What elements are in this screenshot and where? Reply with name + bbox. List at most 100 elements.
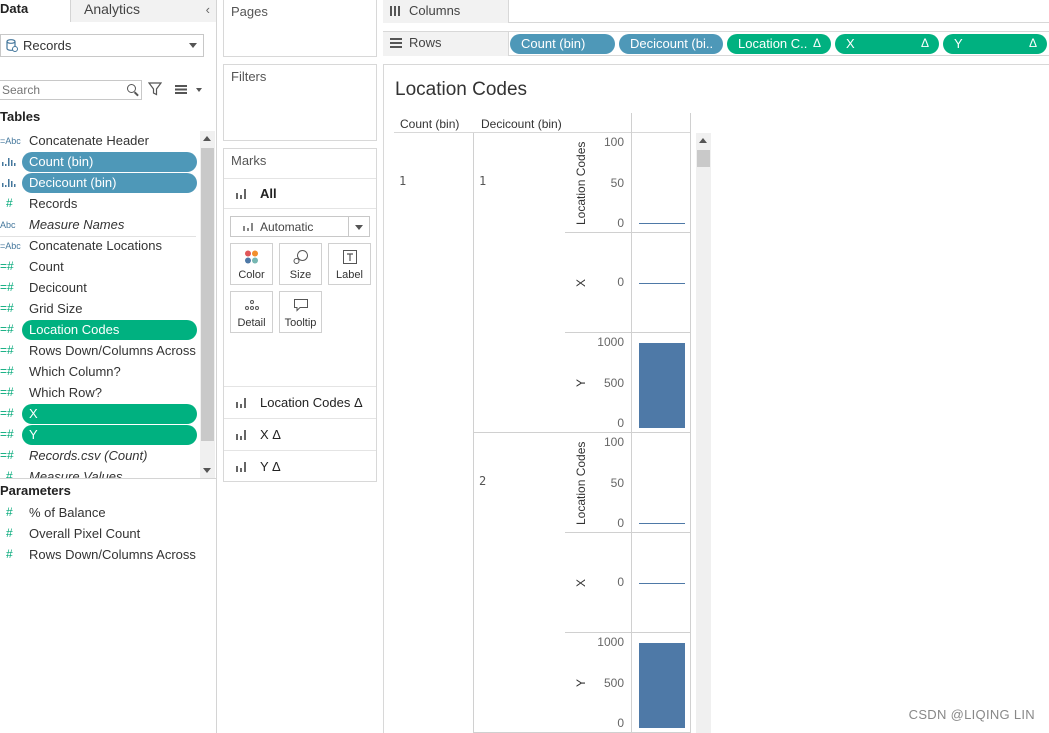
parameters-header: Parameters xyxy=(0,483,71,498)
field-item-records[interactable]: # Records xyxy=(0,194,200,215)
view-dropdown-icon[interactable] xyxy=(196,88,202,92)
axis-title-x[interactable]: X xyxy=(574,579,588,587)
datasource-icon xyxy=(6,39,18,52)
field-item-concatenate-locations[interactable]: =Abc Concatenate Locations xyxy=(0,236,200,257)
scroll-thumb[interactable] xyxy=(201,148,214,441)
field-item-location-codes[interactable]: =# Location Codes xyxy=(0,320,200,341)
row-pill-x[interactable]: XΔ xyxy=(835,34,939,54)
field-type-icon: =# xyxy=(0,322,14,336)
marks-tab-location-codes[interactable]: Location Codes Δ xyxy=(224,386,376,418)
row-pill-count-bin[interactable]: Count (bin) xyxy=(510,34,615,54)
header-divider xyxy=(394,132,691,133)
decicount-value[interactable]: 1 xyxy=(479,174,486,188)
field-item-count-bin[interactable]: Count (bin) xyxy=(0,152,200,173)
field-item-y[interactable]: =# Y xyxy=(0,425,200,446)
field-item-records-csv-count[interactable]: =# Records.csv (Count) xyxy=(0,446,200,467)
tooltip-button[interactable]: Tooltip xyxy=(279,291,322,333)
decicount-value[interactable]: 2 xyxy=(479,474,486,488)
field-name: Records.csv (Count) xyxy=(29,448,148,463)
header-decicount-bin[interactable]: Decicount (bin) xyxy=(481,117,562,131)
axis-tick-label: 500 xyxy=(603,375,624,390)
marks-tab-y[interactable]: Y Δ xyxy=(224,450,376,482)
mark-type-label: Automatic xyxy=(260,220,314,234)
field-name: Count xyxy=(29,259,64,274)
viz-scrollbar[interactable] xyxy=(696,133,711,733)
row-pill-label: Count (bin) xyxy=(521,36,586,51)
parameter-of-balance[interactable]: # % of Balance xyxy=(0,503,200,524)
size-button[interactable]: Size xyxy=(279,243,322,285)
size-label: Size xyxy=(289,269,312,281)
bar-location-codes[interactable] xyxy=(639,523,685,524)
bar-x[interactable] xyxy=(639,283,685,284)
marks-all-tab[interactable]: All xyxy=(224,178,376,209)
field-name: Grid Size xyxy=(29,301,83,316)
tab-data[interactable]: Data xyxy=(0,0,70,22)
tab-analytics[interactable]: Analytics ‹ xyxy=(70,0,216,22)
axis-tick-label: 0 xyxy=(617,216,624,230)
field-type-icon: =# xyxy=(0,406,14,420)
scroll-up-icon[interactable] xyxy=(203,136,211,141)
datasource-name: Records xyxy=(23,38,72,53)
filter-icon[interactable] xyxy=(148,82,162,96)
count-bin-value[interactable]: 1 xyxy=(399,174,406,188)
axis-title-location-codes[interactable]: Location Codes xyxy=(574,441,588,524)
field-search xyxy=(0,80,142,100)
axis-tick-label: 0 xyxy=(617,516,624,530)
field-item-rows-down-columns-across[interactable]: =# Rows Down/Columns Across xyxy=(0,341,200,362)
bar-x[interactable] xyxy=(639,583,685,584)
view-list-icon[interactable] xyxy=(175,85,187,94)
field-item-decicount[interactable]: =# Decicount xyxy=(0,278,200,299)
viz-title[interactable]: Location Codes xyxy=(395,79,527,101)
rows-shelf[interactable]: Rows Count (bin) Decicount (bi.. Location … xyxy=(383,31,1049,56)
bar-y[interactable] xyxy=(639,343,685,428)
columns-shelf[interactable]: Columns xyxy=(383,0,1049,23)
parameter-overall-pixel-count[interactable]: # Overall Pixel Count xyxy=(0,524,200,545)
row-pill-location-c[interactable]: Location C.. Δ xyxy=(727,34,831,54)
scroll-thumb[interactable] xyxy=(697,150,710,167)
field-type-icon: =# xyxy=(0,385,14,399)
label-button[interactable]: Label xyxy=(328,243,371,285)
parameter-rows-down-columns-across[interactable]: # Rows Down/Columns Across xyxy=(0,545,200,566)
divider xyxy=(0,478,216,479)
scroll-down-icon[interactable] xyxy=(203,468,211,473)
field-item-which-column[interactable]: =# Which Column? xyxy=(0,362,200,383)
bar-chart-icon xyxy=(243,223,253,231)
axis-title-x[interactable]: X xyxy=(574,279,588,287)
field-type-icon: =# xyxy=(0,364,14,378)
filters-card[interactable]: Filters xyxy=(223,64,377,141)
bar-location-codes[interactable] xyxy=(639,223,685,224)
field-item-x[interactable]: =# X xyxy=(0,404,200,425)
field-type-icon: =# xyxy=(0,427,14,441)
axis-title-y[interactable]: Y xyxy=(574,679,588,687)
field-item-measure-names[interactable]: Abc Measure Names xyxy=(0,215,200,236)
axis-title-y[interactable]: Y xyxy=(574,379,588,387)
row-pill-y[interactable]: YΔ xyxy=(943,34,1047,54)
detail-button[interactable]: Detail xyxy=(230,291,273,333)
field-name: Records xyxy=(29,196,78,211)
color-button[interactable]: Color xyxy=(230,243,273,285)
field-name: Rows Down/Columns Across xyxy=(29,343,196,358)
datasource-select[interactable]: Records xyxy=(0,34,204,57)
pane-tabs: Data Analytics ‹ xyxy=(0,0,216,22)
row-pill-label: Location C.. xyxy=(738,36,808,51)
field-item-which-row[interactable]: =# Which Row? xyxy=(0,383,200,404)
scroll-up-icon[interactable] xyxy=(699,138,707,143)
search-icon[interactable] xyxy=(127,84,136,93)
field-item-decicount-bin[interactable]: Decicount (bin) xyxy=(0,173,200,194)
field-item-measure-values[interactable]: # Measure Values xyxy=(0,467,200,478)
axis-title-location-codes[interactable]: Location Codes xyxy=(574,141,588,224)
search-input[interactable] xyxy=(2,83,122,97)
field-item-grid-size[interactable]: =# Grid Size xyxy=(0,299,200,320)
pages-card[interactable]: Pages xyxy=(223,0,377,57)
field-item-concatenate-header[interactable]: =Abc Concatenate Header xyxy=(0,131,200,152)
bar-y[interactable] xyxy=(639,643,685,728)
field-name: Decicount xyxy=(29,280,87,295)
marks-tab-x[interactable]: X Δ xyxy=(224,418,376,450)
row-pill-decicount-bi[interactable]: Decicount (bi.. xyxy=(619,34,723,54)
field-name: Count (bin) xyxy=(29,154,94,169)
header-count-bin[interactable]: Count (bin) xyxy=(400,117,459,131)
collapse-left-icon[interactable]: ‹ xyxy=(206,2,210,17)
field-list-scrollbar[interactable] xyxy=(200,131,215,478)
field-item-count[interactable]: =# Count xyxy=(0,257,200,278)
mark-type-select[interactable]: Automatic xyxy=(230,216,370,237)
